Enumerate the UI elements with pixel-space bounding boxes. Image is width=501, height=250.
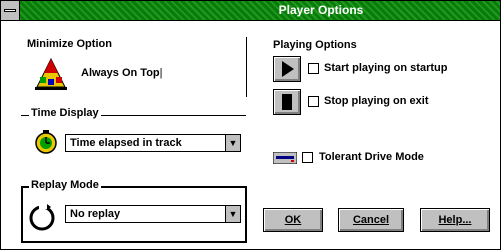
clock-icon	[35, 130, 57, 154]
jester-icon	[35, 57, 67, 90]
ok-button-label: OK	[284, 214, 302, 226]
cancel-button-label: Cancel	[352, 214, 390, 226]
start-on-startup-checkbox[interactable]	[308, 63, 319, 74]
playing-options-heading: Playing Options	[273, 39, 357, 51]
chevron-down-icon[interactable]: ▼	[225, 135, 240, 151]
stop-on-exit-checkbox[interactable]	[308, 96, 319, 107]
always-on-top-label: Always On Top	[81, 67, 160, 79]
title-bar[interactable]: Player Options	[1, 1, 500, 21]
tolerant-drive-label[interactable]: Tolerant Drive Mode	[319, 151, 424, 163]
help-button[interactable]: Help...	[420, 208, 490, 232]
player-options-dialog: Player Options Minimize Option Always On…	[0, 0, 501, 250]
cd-drive-icon	[273, 152, 297, 164]
time-display-select[interactable]: Time elapsed in track ▼	[65, 134, 241, 152]
chevron-down-icon[interactable]: ▼	[225, 206, 240, 222]
start-on-startup-label[interactable]: Start playing on startup	[324, 62, 447, 74]
tolerant-drive-checkbox[interactable]	[302, 152, 313, 163]
stop-play-button[interactable]	[273, 89, 301, 115]
minimize-divider	[246, 37, 247, 97]
replay-mode-select[interactable]: No replay ▼	[65, 205, 241, 223]
stop-icon	[282, 94, 292, 110]
stop-on-exit-label[interactable]: Stop playing on exit	[324, 95, 429, 107]
system-menu-icon	[4, 9, 16, 12]
replay-icon	[29, 204, 55, 231]
system-menu-button[interactable]	[1, 1, 20, 20]
start-play-button[interactable]	[273, 56, 301, 82]
replay-mode-value: No replay	[70, 208, 121, 220]
time-display-value: Time elapsed in track	[70, 137, 182, 149]
help-button-label: Help...	[438, 214, 472, 226]
always-on-top-option[interactable]: Always On Top|	[81, 67, 163, 79]
cancel-button[interactable]: Cancel	[338, 208, 404, 232]
ok-button[interactable]: OK	[263, 208, 323, 232]
window-title: Player Options	[278, 3, 364, 17]
play-icon	[282, 61, 294, 77]
minimize-option-heading: Minimize Option	[27, 38, 112, 50]
time-display-heading: Time Display	[29, 107, 101, 119]
replay-mode-heading: Replay Mode	[29, 179, 101, 191]
